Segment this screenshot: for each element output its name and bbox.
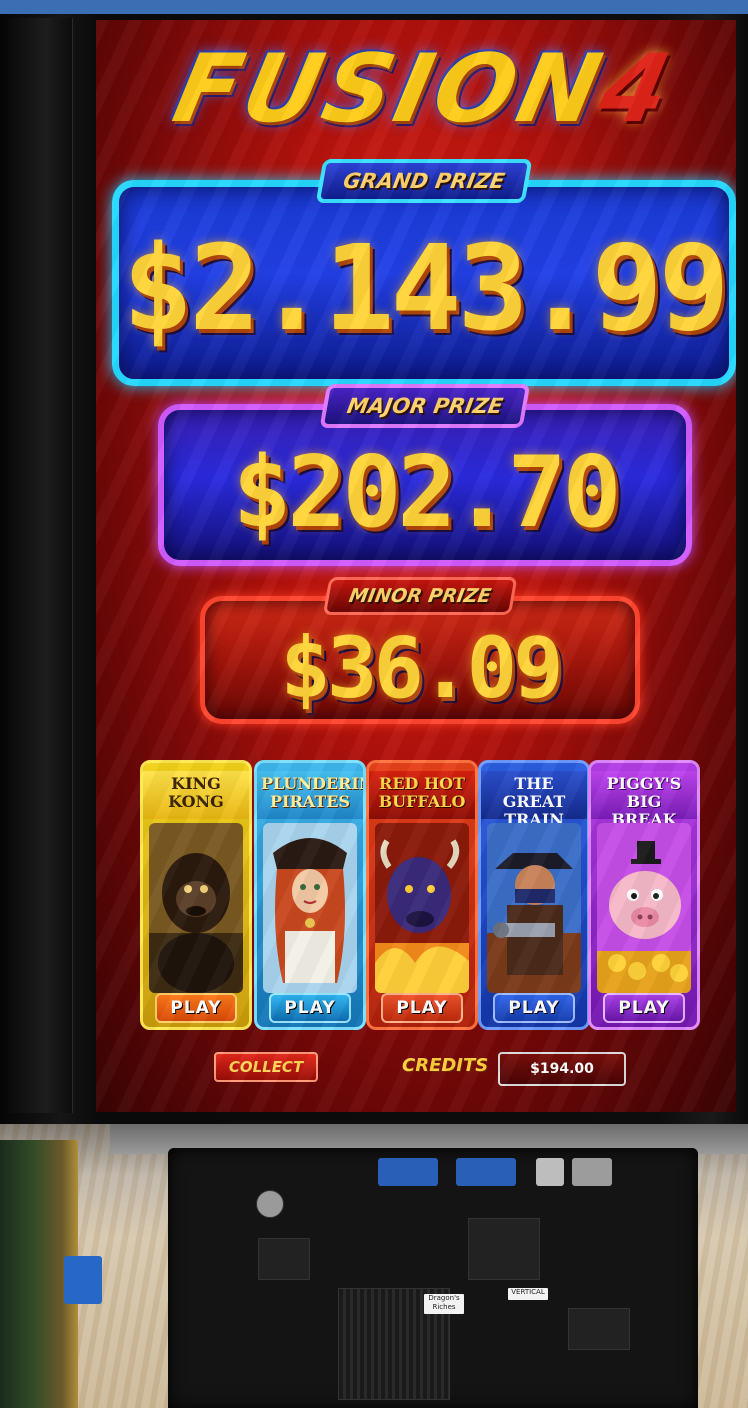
game-title: PLUNDERIN' PIRATES bbox=[257, 771, 363, 819]
grand-prize-amount: $2.143.99 bbox=[122, 219, 729, 357]
gorilla-icon bbox=[149, 823, 243, 993]
game-tile-king-kong[interactable]: KING KONG PLAY bbox=[140, 760, 252, 1030]
usb-port-icon bbox=[536, 1158, 564, 1186]
game-tile-piggys-big-break[interactable]: PIGGY'S BIG BREAK PLAY bbox=[588, 760, 700, 1030]
train-robber-icon bbox=[487, 823, 581, 993]
game-logo: FUSION4 bbox=[112, 32, 736, 147]
top-edge bbox=[0, 0, 748, 14]
game-tile-plunderin-pirates[interactable]: PLUNDERIN' PIRATES PLAY bbox=[254, 760, 366, 1030]
major-prize-panel: MAJOR PRIZE $202.70 bbox=[158, 384, 692, 566]
ethernet-port-icon bbox=[572, 1158, 612, 1186]
play-button-plunderin-pirates[interactable]: PLAY bbox=[269, 993, 351, 1023]
cabinet-bezel bbox=[8, 18, 73, 1113]
blue-connector bbox=[64, 1256, 102, 1304]
battery-icon bbox=[256, 1190, 284, 1218]
minor-prize-amount: $36.09 bbox=[280, 619, 563, 717]
control-bar: COLLECT CREDITS $194.00 bbox=[96, 1042, 736, 1102]
play-button-red-hot-buffalo[interactable]: PLAY bbox=[381, 993, 463, 1023]
chip bbox=[468, 1218, 540, 1280]
vga-port-icon bbox=[456, 1158, 516, 1186]
buffalo-icon bbox=[375, 823, 469, 993]
game-screen: FUSION4 GRAND PRIZE $2.143.99 MAJOR PRIZ… bbox=[96, 20, 736, 1112]
grand-prize-panel: GRAND PRIZE $2.143.99 bbox=[112, 159, 736, 386]
game-tile-red-hot-buffalo[interactable]: RED HOT BUFFALO PLAY bbox=[366, 760, 478, 1030]
minor-prize-label: MINOR PRIZE bbox=[322, 577, 518, 615]
credits-value: $194.00 bbox=[498, 1052, 626, 1086]
minor-prize-panel: MINOR PRIZE $36.09 bbox=[200, 577, 640, 724]
play-button-king-kong[interactable]: PLAY bbox=[155, 993, 237, 1023]
board-label-tag: Dragon's Riches bbox=[424, 1294, 464, 1314]
vga-port-icon bbox=[378, 1158, 438, 1186]
grand-prize-label: GRAND PRIZE bbox=[315, 159, 533, 203]
major-prize-label: MAJOR PRIZE bbox=[319, 384, 531, 428]
collect-button[interactable]: COLLECT bbox=[214, 1052, 318, 1082]
pirate-icon bbox=[263, 823, 357, 993]
logo-text: FUSION bbox=[164, 35, 614, 144]
play-button-piggys-big-break[interactable]: PLAY bbox=[603, 993, 685, 1023]
game-title: THE GREAT TRAIN ROBBERY bbox=[481, 771, 587, 847]
chip bbox=[258, 1238, 310, 1280]
game-title: PIGGY'S BIG BREAK bbox=[591, 771, 697, 829]
game-selection: KING KONG PLAY PLUNDERIN' PIRATES bbox=[140, 760, 704, 1030]
game-mainboard: Dragon's Riches VERTICAL bbox=[168, 1148, 698, 1408]
chip bbox=[568, 1308, 630, 1350]
photo-scene: FUSION4 GRAND PRIZE $2.143.99 MAJOR PRIZ… bbox=[0, 0, 748, 1408]
credits-label: CREDITS bbox=[402, 1055, 489, 1076]
board-label-tag: VERTICAL bbox=[508, 1288, 548, 1300]
game-title: KING KONG bbox=[143, 771, 249, 819]
game-tile-great-train-robbery[interactable]: THE GREAT TRAIN ROBBERY PLAY bbox=[478, 760, 590, 1030]
major-prize-amount: $202.70 bbox=[232, 436, 621, 550]
pig-icon bbox=[597, 823, 691, 993]
play-button-great-train-robbery[interactable]: PLAY bbox=[493, 993, 575, 1023]
game-title: RED HOT BUFFALO bbox=[369, 771, 475, 819]
